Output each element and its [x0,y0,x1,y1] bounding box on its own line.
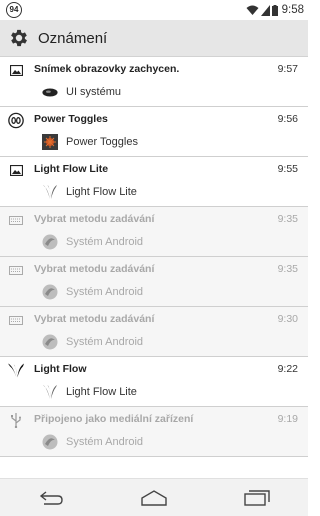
status-icons: 9:58 [246,4,304,16]
keyboard-icon [8,212,24,228]
notification-list: Snímek obrazovky zachycen. 9:57 UI systé… [0,57,308,457]
home-icon [141,489,167,506]
home-button[interactable] [124,483,184,513]
item-title: Light Flow [34,363,87,375]
app-bar: Oznámení [0,20,308,57]
item-source-app: Systém Android [66,286,144,298]
item-time: 9:35 [277,213,298,225]
power-toggles-app-icon [42,134,58,150]
screenshot-icon [8,62,24,78]
list-item[interactable]: Vybrat metodu zadávání 9:35 Systém Andro… [0,207,308,257]
screenshot-icon [8,162,24,178]
item-time: 9:35 [277,263,298,275]
item-source-app: Systém Android [66,236,144,248]
item-source-app: Power Toggles [66,136,138,148]
list-item[interactable]: Light Flow 9:22 Light Flow Lite [0,357,308,407]
list-item[interactable]: Light Flow Lite 9:55 Light Flow Lite [0,157,308,207]
item-time: 9:19 [277,413,298,425]
android-system-app-icon [42,284,58,300]
navigation-bar [0,478,308,516]
keyboard-icon [8,312,24,328]
item-time: 9:56 [277,113,298,125]
notification-count-badge: 94 [6,2,22,18]
item-title: Připojeno jako mediální zařízení [34,413,194,425]
usb-icon [8,412,24,428]
signal-icon [260,4,270,16]
battery-icon [271,4,278,16]
item-title: Snímek obrazovky zachycen. [34,63,180,75]
item-time: 9:30 [277,313,298,325]
list-item[interactable]: Power Toggles 9:56 Power Toggles [0,107,308,157]
item-source-app: UI systému [66,86,122,98]
item-title: Light Flow Lite [34,163,109,175]
page-title: Oznámení [38,29,108,47]
list-item[interactable]: Vybrat metodu zadávání 9:35 Systém Andro… [0,257,308,307]
wifi-icon [246,5,259,15]
list-item[interactable]: Snímek obrazovky zachycen. 9:57 UI systé… [0,57,308,107]
gear-icon [11,29,27,47]
item-title: Vybrat metodu zadávání [34,263,155,275]
list-item[interactable]: Vybrat metodu zadávání 9:30 Systém Andro… [0,307,308,357]
status-bar: 94 9:58 [0,0,308,20]
list-item[interactable]: Připojeno jako mediální zařízení 9:19 Sy… [0,407,308,457]
item-title: Power Toggles [34,113,108,125]
item-source-app: Light Flow Lite [66,386,137,398]
clock: 9:58 [281,4,304,16]
item-time: 9:22 [277,363,298,375]
keyboard-icon [8,262,24,278]
item-source-app: Systém Android [66,436,144,448]
android-system-app-icon [42,234,58,250]
item-title: Vybrat metodu zadávání [34,313,155,325]
item-title: Vybrat metodu zadávání [34,213,155,225]
back-icon [40,490,64,505]
power-toggles-icon [8,112,24,128]
android-system-app-icon [42,334,58,350]
light-flow-icon [8,362,24,378]
item-source-app: Light Flow Lite [66,186,137,198]
item-time: 9:55 [277,163,298,175]
android-system-app-icon [42,434,58,450]
system-ui-app-icon [42,84,58,100]
recents-button[interactable] [227,483,287,513]
light-flow-app-icon [42,384,58,400]
light-flow-app-icon [42,184,58,200]
item-source-app: Systém Android [66,336,144,348]
recents-icon [243,489,270,506]
item-time: 9:57 [277,63,298,75]
back-button[interactable] [21,483,81,513]
